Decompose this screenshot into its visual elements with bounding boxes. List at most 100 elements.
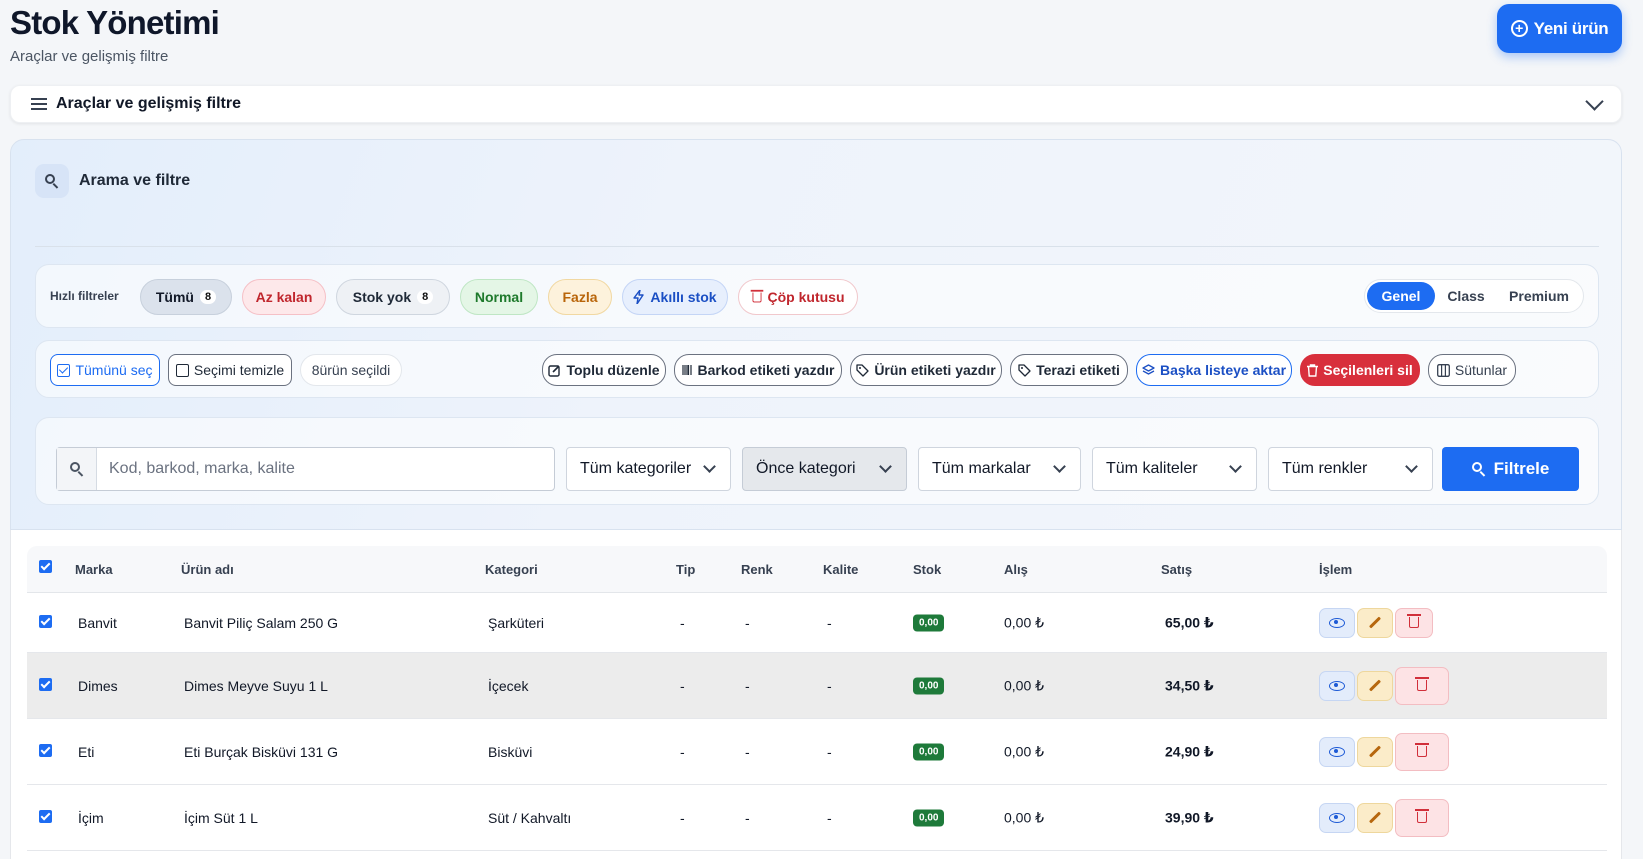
quality-select[interactable]: Tüm kaliteler (1092, 447, 1257, 491)
col-name[interactable]: Ürün adı (181, 546, 234, 593)
col-sell[interactable]: Satış (1161, 546, 1192, 593)
subcategory-select[interactable]: Önce kategori (742, 447, 907, 491)
col-quality[interactable]: Kalite (823, 546, 858, 593)
chevron-down-icon (703, 460, 716, 473)
chevron-down-icon (1053, 460, 1066, 473)
bulk-actions-bar: Tümünü seç Seçimi temizle 8ürün seçildi … (35, 340, 1599, 398)
cell-sell: 24,90 ₺ (1165, 743, 1214, 759)
edit-button[interactable] (1357, 670, 1393, 701)
table-header: Marka Ürün adı Kategori Tip Renk Kalite … (27, 546, 1607, 593)
scale-label-button[interactable]: Terazi etiketi (1010, 354, 1128, 386)
cell-brand: Banvit (78, 614, 117, 631)
col-type[interactable]: Tip (676, 546, 695, 593)
cell-type: - (680, 677, 685, 694)
eye-icon (1329, 617, 1345, 628)
edit-icon (548, 364, 561, 377)
page-subtitle: Araçlar ve gelişmiş filtre (10, 48, 169, 65)
cell-buy: 0,00 ₺ (1004, 743, 1045, 759)
cell-category: Şarküteri (488, 614, 545, 631)
cell-type: - (680, 743, 685, 760)
chip-all[interactable]: Tümü 8 (140, 279, 232, 315)
cell-color: - (745, 614, 750, 631)
header-select-checkbox[interactable] (39, 560, 52, 573)
chip-all-label: Tümü (155, 289, 194, 305)
trash-icon (1407, 614, 1421, 628)
filter-button[interactable]: Filtrele (1442, 447, 1579, 491)
brand-select[interactable]: Tüm markalar (918, 447, 1081, 491)
view-button[interactable] (1319, 607, 1355, 638)
clear-selection-button[interactable]: Seçimi temizle (168, 354, 292, 386)
select-all-button[interactable]: Tümünü seç (50, 354, 160, 386)
cell-brand: Eti (78, 743, 95, 760)
columns-button[interactable]: Sütunlar (1428, 354, 1516, 386)
row-checkbox[interactable] (39, 615, 52, 628)
color-select-value: Tüm renkler (1282, 460, 1368, 477)
chip-normal[interactable]: Normal (460, 279, 538, 315)
tier-class[interactable]: Class (1435, 282, 1497, 310)
print-product-label-button[interactable]: Ürün etiketi yazdır (850, 354, 1002, 386)
col-color[interactable]: Renk (741, 546, 773, 593)
new-product-label: Yeni ürün (1533, 18, 1609, 38)
chip-smart-stock[interactable]: Akıllı stok (622, 279, 728, 315)
subcategory-select-value: Önce kategori (756, 460, 856, 477)
chip-trash[interactable]: Çöp kutusu (738, 279, 858, 315)
chip-normal-label: Normal (474, 289, 524, 305)
search-icon (1471, 462, 1486, 476)
col-stock[interactable]: Stok (913, 546, 941, 593)
search-icon (69, 462, 84, 476)
bulk-edit-button[interactable]: Toplu düzenle (542, 354, 666, 386)
cell-name: Dimes Meyve Suyu 1 L (184, 677, 328, 694)
cell-buy: 0,00 ₺ (1004, 614, 1045, 630)
delete-button[interactable] (1395, 607, 1433, 638)
cell-color: - (745, 743, 750, 760)
quick-filters-label: Hızlı filtreler (50, 289, 119, 303)
chip-low-stock[interactable]: Az kalan (242, 279, 326, 315)
view-button[interactable] (1319, 802, 1355, 833)
pencil-icon (1368, 811, 1382, 824)
move-to-list-button[interactable]: Başka listeye aktar (1136, 354, 1292, 386)
columns-label: Sütunlar (1454, 362, 1508, 378)
chip-excess-label: Fazla (562, 289, 598, 305)
chip-low-stock-label: Az kalan (255, 289, 313, 305)
col-actions: İşlem (1319, 562, 1353, 577)
tools-accordion[interactable]: Araçlar ve gelişmiş filtre (10, 85, 1622, 123)
delete-button[interactable] (1395, 732, 1449, 771)
row-checkbox[interactable] (39, 810, 52, 823)
row-checkbox[interactable] (39, 744, 52, 757)
delete-button[interactable] (1395, 798, 1449, 837)
delete-button[interactable] (1395, 666, 1449, 705)
new-product-button[interactable]: + Yeni ürün (1497, 4, 1622, 53)
edit-button[interactable] (1357, 736, 1393, 767)
table-row[interactable]: Banvit Banvit Piliç Salam 250 G Şarküter… (27, 593, 1607, 653)
view-button[interactable] (1319, 736, 1355, 767)
chip-excess[interactable]: Fazla (548, 279, 612, 315)
tier-genel[interactable]: Genel (1367, 282, 1435, 310)
chip-out-of-stock[interactable]: Stok yok 8 (336, 279, 450, 315)
edit-button[interactable] (1357, 607, 1393, 638)
col-category[interactable]: Kategori (485, 546, 538, 593)
plus-circle-icon: + (1510, 20, 1528, 37)
row-checkbox[interactable] (39, 678, 52, 691)
chevron-down-icon[interactable] (1585, 92, 1604, 111)
search-input[interactable] (97, 449, 554, 489)
delete-selected-button[interactable]: Seçilenleri sil (1300, 354, 1420, 386)
cell-color: - (745, 677, 750, 694)
cell-buy: 0,00 ₺ (1004, 677, 1045, 693)
cell-quality: - (827, 614, 832, 631)
color-select[interactable]: Tüm renkler (1268, 447, 1433, 491)
cell-category: İçecek (488, 677, 529, 694)
cell-quality: - (827, 743, 832, 760)
col-brand[interactable]: Marka (75, 546, 113, 593)
print-barcode-button[interactable]: Barkod etiketi yazdır (674, 354, 842, 386)
selected-count-label: 8ürün seçildi (311, 362, 391, 378)
edit-button[interactable] (1357, 802, 1393, 833)
table-row[interactable]: Dimes Dimes Meyve Suyu 1 L İçecek - - - … (27, 653, 1607, 719)
table-row[interactable]: Eti Eti Burçak Bisküvi 131 G Bisküvi - -… (27, 719, 1607, 785)
delete-selected-label: Seçilenleri sil (1323, 362, 1413, 378)
col-buy[interactable]: Alış (1004, 546, 1028, 593)
tier-premium[interactable]: Premium (1497, 282, 1581, 310)
view-button[interactable] (1319, 670, 1355, 701)
trash-icon (1307, 363, 1319, 377)
category-select[interactable]: Tüm kategoriler (566, 447, 731, 491)
table-row[interactable]: İçim İçim Süt 1 L Süt / Kahvaltı - - - 0… (27, 785, 1607, 851)
